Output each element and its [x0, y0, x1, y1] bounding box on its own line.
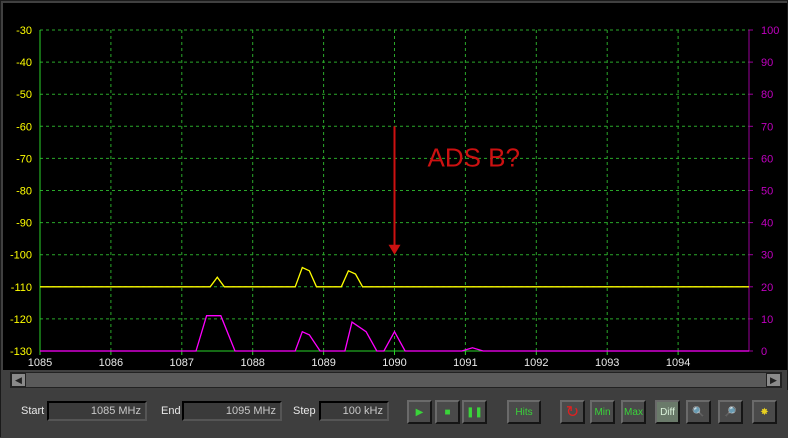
y-right-tick-label: 100 — [761, 25, 779, 37]
y-right-tick-label: 30 — [761, 250, 773, 262]
max-button[interactable]: Max — [621, 400, 646, 424]
stop-button[interactable]: ■ — [435, 400, 460, 424]
start-label: Start — [21, 405, 45, 417]
diff-button[interactable]: Diff — [655, 400, 680, 424]
pause-button[interactable]: ❚❚ — [462, 400, 487, 424]
y-left-tick-label: -80 — [16, 186, 32, 198]
settings-icon: ✸ — [760, 406, 769, 418]
y-left-tick-label: -60 — [16, 121, 32, 133]
play-button[interactable]: ▶ — [407, 400, 432, 424]
zoom-in-button[interactable]: 🔎 — [718, 400, 743, 424]
end-frequency-field[interactable]: 1095 MHz — [182, 401, 282, 421]
y-right-tick-label: 60 — [761, 153, 773, 165]
horizontal-scrollbar[interactable]: ◀ ▶ — [10, 372, 782, 388]
x-tick-label: 1091 — [453, 357, 477, 369]
y-right-tick-label: 0 — [761, 346, 767, 358]
y-right-tick-label: 50 — [761, 186, 773, 198]
y-left-tick-label: -70 — [16, 153, 32, 165]
start-frequency-field[interactable]: 1085 MHz — [47, 401, 147, 421]
y-left-tick-label: -40 — [16, 57, 32, 69]
x-tick-label: 1092 — [524, 357, 548, 369]
step-label: Step — [293, 405, 316, 417]
y-right-tick-label: 70 — [761, 121, 773, 133]
spectrum-plot-panel: -30 -40 -50 -60 -70 -80 -90 -100 -110 -120 -130 100… — [3, 3, 787, 370]
x-tick-label: 1089 — [311, 357, 335, 369]
y-left-tick-label: -110 — [11, 282, 32, 294]
spectrum-plot: -30-40-50-60-70-80-90-100-110-120-130100… — [10, 25, 779, 369]
x-tick-label: 1090 — [382, 357, 406, 369]
play-icon: ▶ — [415, 406, 424, 418]
spectrum-window: -30 -40 -50 -60 -70 -80 -90 -100 -110 -120 -130 100… — [0, 0, 788, 438]
x-tick-label: 1088 — [240, 357, 264, 369]
x-tick-label: 1085 — [28, 357, 52, 369]
zoom-out-button[interactable]: 🔍 — [686, 400, 711, 424]
settings-button[interactable]: ✸ — [752, 400, 777, 424]
y-left-tick-label: -120 — [10, 314, 32, 326]
y-left-tick-label: -90 — [16, 218, 32, 230]
y-right-tick-label: 40 — [761, 218, 773, 230]
stop-icon: ■ — [444, 406, 451, 418]
zoom-out-icon: 🔍 — [692, 406, 705, 418]
y-right-tick-label: 90 — [761, 57, 773, 69]
hits-button[interactable]: Hits — [507, 400, 541, 424]
y-left-tick-label: -50 — [16, 89, 32, 101]
y-right-tick-label: 10 — [761, 314, 773, 326]
scroll-left-icon[interactable]: ◀ — [11, 373, 26, 387]
y-right-tick-label: 80 — [761, 89, 773, 101]
y-left-tick-label: -100 — [10, 250, 32, 262]
y-left-tick-label: -30 — [16, 25, 32, 37]
min-button[interactable]: Min — [590, 400, 615, 424]
refresh-icon: ↻ — [565, 404, 580, 421]
x-tick-label: 1086 — [99, 357, 123, 369]
x-tick-label: 1087 — [170, 357, 194, 369]
pause-icon: ❚❚ — [466, 406, 483, 418]
refresh-button[interactable]: ↻ — [560, 400, 585, 424]
end-label: End — [161, 405, 181, 417]
step-field[interactable]: 100 kHz — [319, 401, 389, 421]
annotation-arrow-head — [388, 244, 401, 255]
y-right-tick-label: 20 — [761, 282, 773, 294]
annotation-text: ADS B? — [428, 142, 521, 172]
zoom-in-icon: 🔎 — [724, 406, 737, 418]
scroll-right-icon[interactable]: ▶ — [766, 373, 781, 387]
x-tick-label: 1094 — [666, 357, 690, 369]
x-tick-label: 1093 — [595, 357, 619, 369]
